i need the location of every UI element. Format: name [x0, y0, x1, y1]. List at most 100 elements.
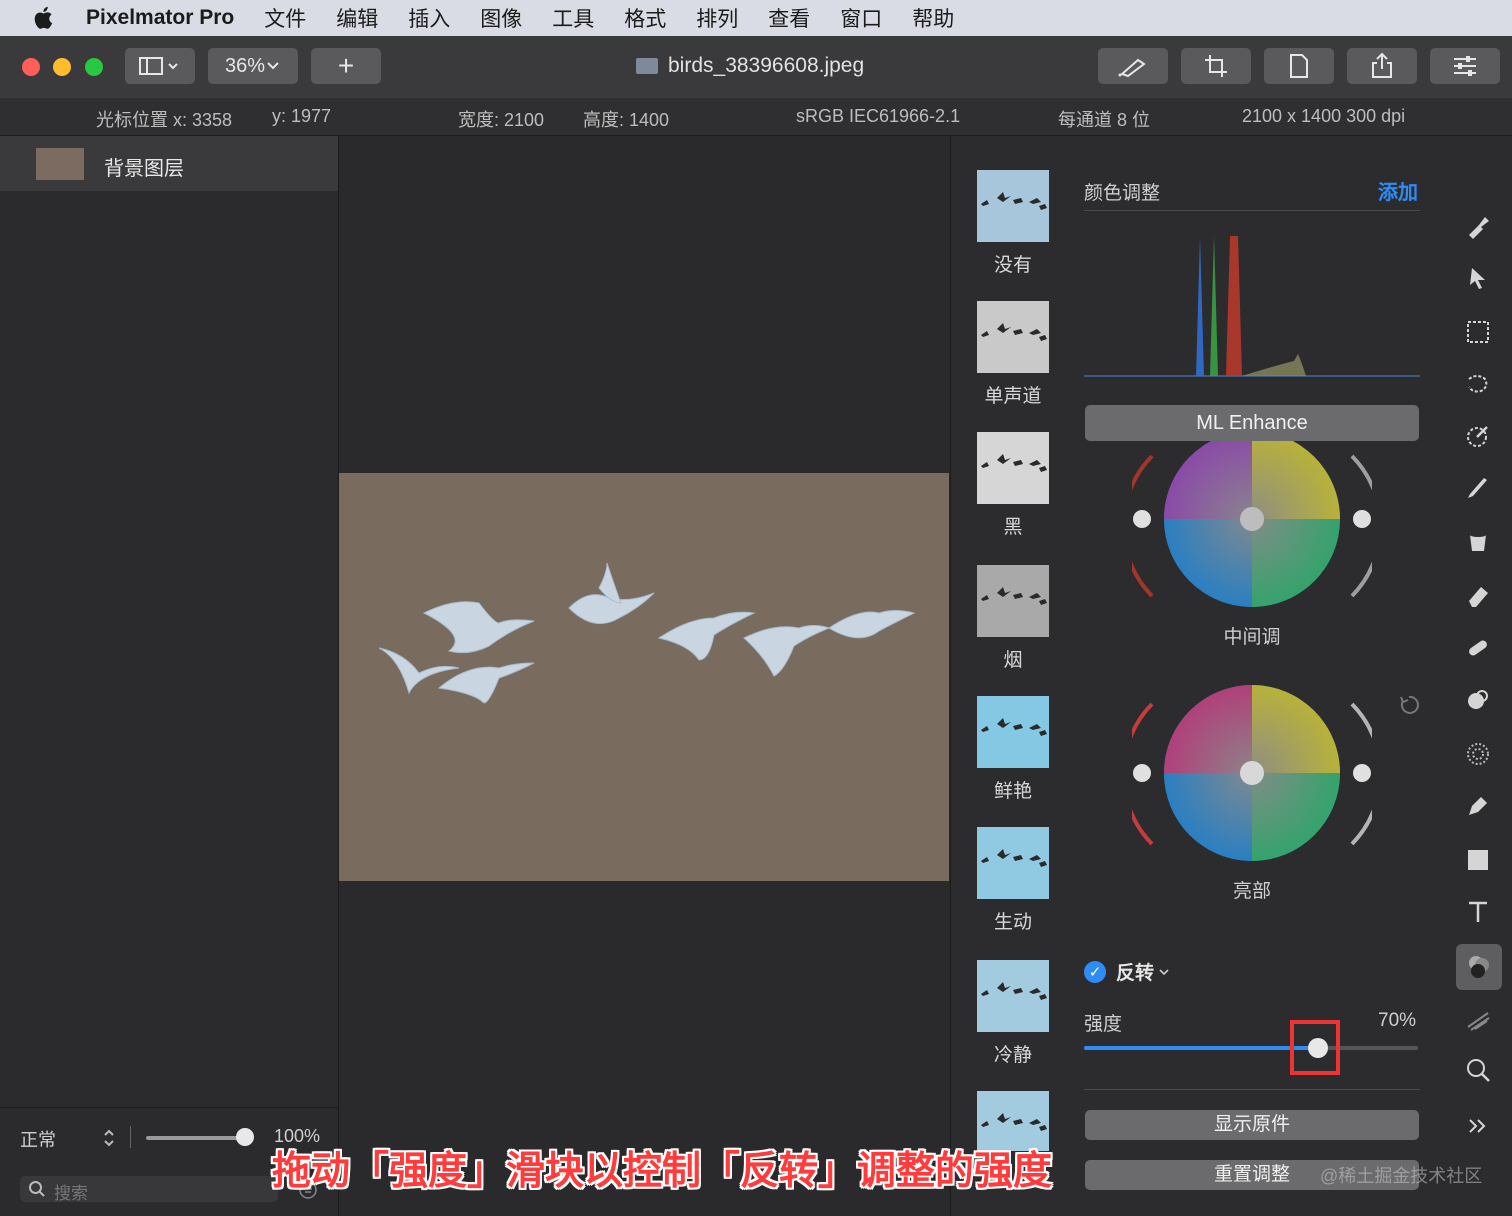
strength-slider[interactable] — [1084, 1038, 1418, 1058]
brush-icon — [1118, 58, 1146, 78]
adjustments-button[interactable] — [1430, 48, 1500, 84]
divider — [1084, 210, 1420, 211]
color-picker-icon[interactable] — [1460, 418, 1496, 454]
apple-icon[interactable] — [30, 4, 58, 32]
close-window-button[interactable] — [22, 58, 40, 76]
show-original-button[interactable]: 显示原件 — [1085, 1110, 1419, 1140]
menu-help[interactable]: 帮助 — [912, 3, 954, 33]
layer-search-field[interactable]: 搜索 — [20, 1176, 278, 1203]
layer-item[interactable]: 背景图层 — [0, 136, 338, 191]
menu-view[interactable]: 查看 — [768, 3, 810, 33]
layers-panel: 背景图层 正常 100% 搜索 — [0, 136, 339, 1216]
adjustments-panel: 颜色调整 添加 ML Enhance 中间调 亮部 ✓ 反转 强度 70% 显示… — [1072, 136, 1442, 1216]
distort-tool-icon[interactable] — [1460, 736, 1496, 772]
ml-enhance-button[interactable]: ML Enhance — [1085, 405, 1419, 441]
color-adjustments-title: 颜色调整 — [1084, 183, 1161, 204]
preset-mono[interactable]: 单声道 — [977, 301, 1049, 408]
document-filename: birds_38396608.jpeg — [668, 54, 865, 77]
zoom-value: 36% — [224, 54, 266, 77]
style-tool-icon[interactable] — [1460, 208, 1496, 244]
highlight-annotation-box — [1290, 1020, 1340, 1075]
preset-vibrant[interactable]: 生动 — [977, 827, 1049, 934]
crop-button[interactable] — [1181, 48, 1251, 84]
search-icon — [29, 1181, 45, 1197]
document-title: birds_38396608.jpeg — [636, 54, 864, 78]
color-adjust-tool-icon[interactable] — [1456, 944, 1502, 990]
minimize-window-button[interactable] — [53, 58, 71, 76]
midtones-color-wheel[interactable] — [1132, 441, 1372, 616]
menu-bar: Pixelmator Pro 文件 编辑 插入 图像 工具 格式 排列 查看 窗… — [0, 0, 1512, 36]
add-adjustment-button[interactable]: 添加 — [1378, 176, 1418, 205]
cursor-x: 光标位置 x: 3358 — [96, 110, 233, 130]
type-tool-icon[interactable] — [1460, 894, 1496, 930]
image-height: 高度: 1400 — [583, 110, 670, 130]
pen-tool-icon[interactable] — [1460, 788, 1496, 824]
document-icon — [1290, 54, 1308, 78]
menu-image[interactable]: 图像 — [480, 3, 522, 33]
arrange-tool-icon[interactable] — [1460, 260, 1496, 296]
color-profile: sRGB IEC61966-2.1 — [796, 106, 961, 126]
histogram — [1084, 236, 1420, 377]
preset-smoke[interactable]: 烟 — [977, 565, 1049, 672]
paint-brush-icon[interactable] — [1460, 470, 1496, 506]
menu-insert[interactable]: 插入 — [408, 3, 450, 33]
retouch-button[interactable] — [1098, 48, 1168, 84]
image-dimensions: 2100 x 1400 300 dpi — [1242, 106, 1406, 126]
retouch-tool-icon[interactable] — [1460, 682, 1496, 718]
share-button[interactable] — [1347, 48, 1417, 84]
paint-bucket-icon[interactable] — [1460, 524, 1496, 560]
preset-thumbnail — [977, 432, 1049, 504]
selection-tool-icon[interactable] — [1460, 314, 1496, 350]
preset-calm[interactable]: 冷静 — [977, 960, 1049, 1067]
chevron-down-icon — [1159, 968, 1169, 975]
preset-label: 鲜艳 — [993, 781, 1032, 802]
menu-tools[interactable]: 工具 — [552, 3, 594, 33]
checkmark-icon[interactable]: ✓ — [1084, 960, 1106, 983]
quick-selection-icon[interactable] — [1460, 366, 1496, 402]
preset-label: 烟 — [1003, 650, 1023, 671]
image-width: 宽度: 2100 — [458, 110, 545, 130]
more-tools-icon[interactable] — [1460, 1108, 1496, 1144]
zoom-tool-icon[interactable] — [1460, 1052, 1496, 1088]
zoom-dropdown[interactable]: 36% — [208, 48, 298, 84]
menu-file[interactable]: 文件 — [264, 3, 306, 33]
divider — [130, 1126, 131, 1148]
preset-label: 黑 — [1003, 517, 1023, 538]
eraser-icon[interactable] — [1460, 578, 1496, 614]
zoom-window-button[interactable] — [85, 58, 103, 76]
reset-wheel-icon[interactable] — [1398, 694, 1420, 716]
menu-format[interactable]: 格式 — [624, 3, 666, 33]
layer-name: 背景图层 — [104, 158, 184, 180]
shape-tool-icon[interactable] — [1460, 842, 1496, 878]
preset-black[interactable]: 黑 — [977, 432, 1049, 539]
divider — [1084, 1089, 1420, 1090]
opacity-slider-knob[interactable] — [236, 1128, 254, 1146]
tools-column — [1442, 136, 1512, 1216]
blend-mode-select[interactable]: 正常 — [20, 1126, 56, 1152]
document-image[interactable] — [339, 473, 949, 881]
birds-image — [378, 562, 916, 704]
opacity-slider[interactable] — [146, 1136, 246, 1140]
invert-adjustment-row[interactable]: ✓ 反转 — [1084, 958, 1170, 985]
layer-thumbnail — [36, 148, 84, 180]
tutorial-caption: 拖动「强度」滑块以控制「反转」调整的强度 — [272, 1150, 1053, 1193]
updown-chevron-icon[interactable] — [102, 1128, 116, 1148]
preset-none[interactable]: 没有 — [977, 170, 1049, 277]
preset-thumbnail — [977, 696, 1049, 768]
preset-label: 单声道 — [984, 386, 1042, 407]
add-button[interactable]: + — [311, 48, 381, 84]
menu-arrange[interactable]: 排列 — [696, 3, 738, 33]
highlights-color-wheel[interactable] — [1132, 684, 1372, 874]
repair-tool-icon[interactable] — [1460, 630, 1496, 666]
strength-label: 强度 — [1084, 1014, 1123, 1035]
preset-vivid[interactable]: 鲜艳 — [977, 696, 1049, 803]
strength-value: 70% — [1378, 1010, 1417, 1031]
document-button[interactable] — [1264, 48, 1334, 84]
search-placeholder: 搜索 — [54, 1184, 88, 1203]
canvas-area — [339, 136, 949, 1216]
effects-tool-icon[interactable] — [1460, 1002, 1496, 1038]
menu-edit[interactable]: 编辑 — [336, 3, 378, 33]
sidebar-toggle-button[interactable] — [125, 48, 195, 84]
app-menu[interactable]: Pixelmator Pro — [86, 6, 234, 30]
menu-window[interactable]: 窗口 — [840, 3, 882, 33]
